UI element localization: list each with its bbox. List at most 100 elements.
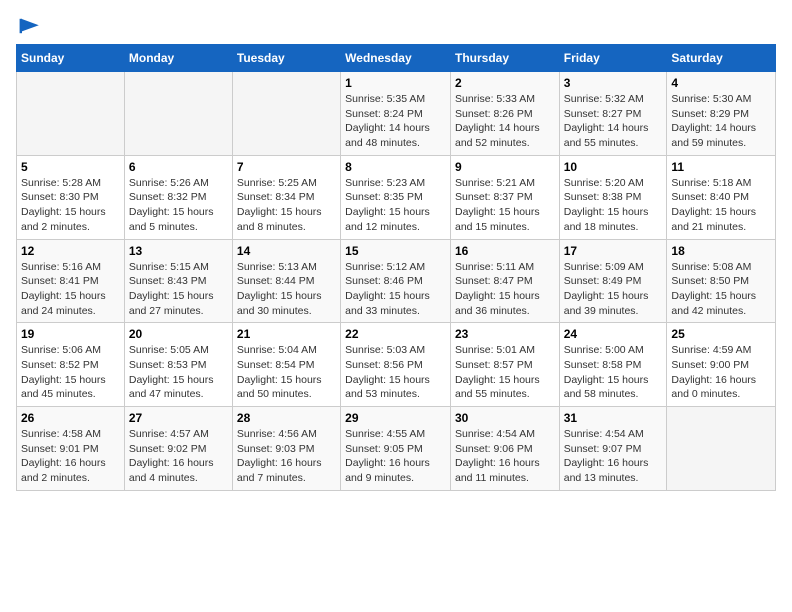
calendar-cell xyxy=(124,72,232,156)
day-info: Sunrise: 5:12 AMSunset: 8:46 PMDaylight:… xyxy=(345,260,446,319)
day-info: Sunrise: 5:11 AMSunset: 8:47 PMDaylight:… xyxy=(455,260,555,319)
calendar-cell xyxy=(232,72,340,156)
day-info: Sunrise: 5:13 AMSunset: 8:44 PMDaylight:… xyxy=(237,260,336,319)
calendar-cell: 14 Sunrise: 5:13 AMSunset: 8:44 PMDayligh… xyxy=(232,239,340,323)
calendar-cell: 13 Sunrise: 5:15 AMSunset: 8:43 PMDayligh… xyxy=(124,239,232,323)
calendar-week-1: 1 Sunrise: 5:35 AMSunset: 8:24 PMDaylight… xyxy=(17,72,776,156)
day-number: 7 xyxy=(237,160,336,174)
calendar-cell: 18 Sunrise: 5:08 AMSunset: 8:50 PMDayligh… xyxy=(667,239,776,323)
logo-flag-icon xyxy=(18,16,42,36)
day-number: 18 xyxy=(671,244,771,258)
day-info: Sunrise: 5:26 AMSunset: 8:32 PMDaylight:… xyxy=(129,176,228,235)
day-number: 1 xyxy=(345,76,446,90)
calendar-cell: 17Sunrise: 5:09 AMSunset: 8:49 PMDayligh… xyxy=(559,239,667,323)
day-number: 25 xyxy=(671,327,771,341)
day-number: 3 xyxy=(564,76,663,90)
calendar-cell: 7 Sunrise: 5:25 AMSunset: 8:34 PMDaylight… xyxy=(232,155,340,239)
day-info: Sunrise: 4:59 AMSunset: 9:00 PMDaylight:… xyxy=(671,343,771,402)
calendar-week-5: 26Sunrise: 4:58 AMSunset: 9:01 PMDayligh… xyxy=(17,407,776,491)
day-number: 21 xyxy=(237,327,336,341)
day-number: 10 xyxy=(564,160,663,174)
calendar-cell: 27 Sunrise: 4:57 AMSunset: 9:02 PMDayligh… xyxy=(124,407,232,491)
weekday-header-sunday: Sunday xyxy=(17,45,125,72)
calendar-cell: 5 Sunrise: 5:28 AMSunset: 8:30 PMDaylight… xyxy=(17,155,125,239)
weekday-header-wednesday: Wednesday xyxy=(341,45,451,72)
day-info: Sunrise: 5:15 AMSunset: 8:43 PMDaylight:… xyxy=(129,260,228,319)
day-number: 29 xyxy=(345,411,446,425)
logo xyxy=(16,16,42,36)
day-info: Sunrise: 5:00 AMSunset: 8:58 PMDaylight:… xyxy=(564,343,663,402)
day-number: 8 xyxy=(345,160,446,174)
day-info: Sunrise: 5:30 AMSunset: 8:29 PMDaylight:… xyxy=(671,92,771,151)
day-info: Sunrise: 5:05 AMSunset: 8:53 PMDaylight:… xyxy=(129,343,228,402)
day-number: 5 xyxy=(21,160,120,174)
day-info: Sunrise: 5:20 AMSunset: 8:38 PMDaylight:… xyxy=(564,176,663,235)
calendar-header-row: SundayMondayTuesdayWednesdayThursdayFrid… xyxy=(17,45,776,72)
day-info: Sunrise: 4:57 AMSunset: 9:02 PMDaylight:… xyxy=(129,427,228,486)
day-info: Sunrise: 5:33 AMSunset: 8:26 PMDaylight:… xyxy=(455,92,555,151)
day-number: 12 xyxy=(21,244,120,258)
day-number: 14 xyxy=(237,244,336,258)
calendar-cell: 28 Sunrise: 4:56 AMSunset: 9:03 PMDayligh… xyxy=(232,407,340,491)
day-number: 11 xyxy=(671,160,771,174)
day-info: Sunrise: 5:35 AMSunset: 8:24 PMDaylight:… xyxy=(345,92,446,151)
day-info: Sunrise: 5:01 AMSunset: 8:57 PMDaylight:… xyxy=(455,343,555,402)
day-info: Sunrise: 5:21 AMSunset: 8:37 PMDaylight:… xyxy=(455,176,555,235)
day-info: Sunrise: 5:04 AMSunset: 8:54 PMDaylight:… xyxy=(237,343,336,402)
calendar-cell: 29 Sunrise: 4:55 AMSunset: 9:05 PMDayligh… xyxy=(341,407,451,491)
day-info: Sunrise: 5:28 AMSunset: 8:30 PMDaylight:… xyxy=(21,176,120,235)
day-info: Sunrise: 4:54 AMSunset: 9:06 PMDaylight:… xyxy=(455,427,555,486)
day-number: 15 xyxy=(345,244,446,258)
calendar-cell: 22Sunrise: 5:03 AMSunset: 8:56 PMDayligh… xyxy=(341,323,451,407)
day-info: Sunrise: 4:58 AMSunset: 9:01 PMDaylight:… xyxy=(21,427,120,486)
day-info: Sunrise: 5:25 AMSunset: 8:34 PMDaylight:… xyxy=(237,176,336,235)
calendar-cell: 24 Sunrise: 5:00 AMSunset: 8:58 PMDayligh… xyxy=(559,323,667,407)
calendar-cell: 3 Sunrise: 5:32 AMSunset: 8:27 PMDaylight… xyxy=(559,72,667,156)
calendar-cell: 12 Sunrise: 5:16 AMSunset: 8:41 PMDayligh… xyxy=(17,239,125,323)
calendar-week-4: 19 Sunrise: 5:06 AMSunset: 8:52 PMDayligh… xyxy=(17,323,776,407)
calendar-cell: 20Sunrise: 5:05 AMSunset: 8:53 PMDayligh… xyxy=(124,323,232,407)
calendar-cell: 23 Sunrise: 5:01 AMSunset: 8:57 PMDayligh… xyxy=(450,323,559,407)
calendar-cell: 19 Sunrise: 5:06 AMSunset: 8:52 PMDayligh… xyxy=(17,323,125,407)
calendar-cell: 8Sunrise: 5:23 AMSunset: 8:35 PMDaylight… xyxy=(341,155,451,239)
calendar-cell: 2 Sunrise: 5:33 AMSunset: 8:26 PMDaylight… xyxy=(450,72,559,156)
day-number: 4 xyxy=(671,76,771,90)
weekday-header-monday: Monday xyxy=(124,45,232,72)
calendar-cell: 6 Sunrise: 5:26 AMSunset: 8:32 PMDaylight… xyxy=(124,155,232,239)
calendar-cell: 21 Sunrise: 5:04 AMSunset: 8:54 PMDayligh… xyxy=(232,323,340,407)
calendar-cell: 9 Sunrise: 5:21 AMSunset: 8:37 PMDaylight… xyxy=(450,155,559,239)
calendar-cell: 11 Sunrise: 5:18 AMSunset: 8:40 PMDayligh… xyxy=(667,155,776,239)
day-number: 30 xyxy=(455,411,555,425)
calendar-week-2: 5 Sunrise: 5:28 AMSunset: 8:30 PMDaylight… xyxy=(17,155,776,239)
page-header xyxy=(16,16,776,36)
day-info: Sunrise: 5:06 AMSunset: 8:52 PMDaylight:… xyxy=(21,343,120,402)
day-number: 2 xyxy=(455,76,555,90)
day-number: 24 xyxy=(564,327,663,341)
calendar-cell: 30 Sunrise: 4:54 AMSunset: 9:06 PMDayligh… xyxy=(450,407,559,491)
day-info: Sunrise: 5:32 AMSunset: 8:27 PMDaylight:… xyxy=(564,92,663,151)
day-number: 17 xyxy=(564,244,663,258)
day-info: Sunrise: 4:56 AMSunset: 9:03 PMDaylight:… xyxy=(237,427,336,486)
day-info: Sunrise: 5:03 AMSunset: 8:56 PMDaylight:… xyxy=(345,343,446,402)
day-number: 23 xyxy=(455,327,555,341)
day-info: Sunrise: 5:16 AMSunset: 8:41 PMDaylight:… xyxy=(21,260,120,319)
day-number: 19 xyxy=(21,327,120,341)
calendar-cell xyxy=(17,72,125,156)
calendar-cell: 16Sunrise: 5:11 AMSunset: 8:47 PMDayligh… xyxy=(450,239,559,323)
day-info: Sunrise: 5:18 AMSunset: 8:40 PMDaylight:… xyxy=(671,176,771,235)
day-number: 13 xyxy=(129,244,228,258)
day-number: 27 xyxy=(129,411,228,425)
calendar-cell: 26Sunrise: 4:58 AMSunset: 9:01 PMDayligh… xyxy=(17,407,125,491)
calendar-cell xyxy=(667,407,776,491)
day-number: 28 xyxy=(237,411,336,425)
weekday-header-saturday: Saturday xyxy=(667,45,776,72)
day-info: Sunrise: 4:55 AMSunset: 9:05 PMDaylight:… xyxy=(345,427,446,486)
day-info: Sunrise: 5:08 AMSunset: 8:50 PMDaylight:… xyxy=(671,260,771,319)
day-number: 31 xyxy=(564,411,663,425)
calendar-week-3: 12 Sunrise: 5:16 AMSunset: 8:41 PMDayligh… xyxy=(17,239,776,323)
calendar-cell: 25 Sunrise: 4:59 AMSunset: 9:00 PMDayligh… xyxy=(667,323,776,407)
day-number: 6 xyxy=(129,160,228,174)
day-number: 9 xyxy=(455,160,555,174)
weekday-header-thursday: Thursday xyxy=(450,45,559,72)
day-info: Sunrise: 4:54 AMSunset: 9:07 PMDaylight:… xyxy=(564,427,663,486)
